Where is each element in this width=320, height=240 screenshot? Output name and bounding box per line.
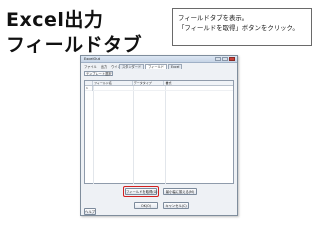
- grid-column-divider: [165, 86, 166, 184]
- tab-excel[interactable]: Excel: [168, 64, 183, 69]
- window-title: ExcelOut: [84, 57, 101, 61]
- template-select-button[interactable]: テンプレート選択: [84, 71, 114, 76]
- get-fields-highlight: [123, 186, 159, 197]
- grid-body: 1: [85, 86, 233, 184]
- cancel-button[interactable]: キャンセル(C): [163, 202, 189, 209]
- tab-standard[interactable]: スタンダード: [119, 64, 145, 69]
- maximize-button[interactable]: [222, 57, 228, 61]
- slide-title-line1: Excel出力: [6, 9, 104, 31]
- grid-column-divider: [133, 86, 134, 184]
- grid-corner: [85, 81, 93, 85]
- header-format[interactable]: 書式: [164, 81, 233, 85]
- menu-file[interactable]: ファイル: [83, 64, 98, 69]
- window-titlebar: ExcelOut: [81, 56, 237, 63]
- window-controls: [215, 57, 235, 61]
- callout-line1: フィールドタブを表示。: [178, 14, 249, 22]
- header-data-type[interactable]: データタイプ: [133, 81, 165, 85]
- minimal-width-button[interactable]: 最小幅に揃える(M): [163, 188, 197, 195]
- close-button[interactable]: [229, 57, 235, 61]
- table-row[interactable]: 1: [85, 86, 233, 91]
- tab-field[interactable]: フィールド: [145, 64, 167, 69]
- slide-title: Excel出力 フィールドタブ: [6, 8, 156, 58]
- grid-column-divider: [93, 86, 94, 184]
- menu-output[interactable]: 出力: [100, 64, 108, 69]
- ok-button[interactable]: OK(O): [134, 202, 158, 209]
- field-grid[interactable]: フィールド名 データタイプ 書式 1: [84, 80, 234, 184]
- help-button[interactable]: ヘルプ: [84, 208, 96, 215]
- minimize-button[interactable]: [215, 57, 221, 61]
- row-number: 1: [85, 86, 93, 91]
- toolbar: テンプレート選択: [84, 71, 114, 76]
- header-field-name[interactable]: フィールド名: [93, 81, 133, 85]
- tab-strip: スタンダード フィールド Excel: [119, 64, 183, 69]
- instruction-callout: フィールドタブを表示。 「フィールドを取得」ボタンをクリック。: [172, 8, 312, 46]
- callout-line2: 「フィールドを取得」ボタンをクリック。: [178, 24, 299, 32]
- dialog-window: ExcelOut ファイル 出力 ウインドウ ヘルプ スタンダード フィールド …: [80, 55, 238, 216]
